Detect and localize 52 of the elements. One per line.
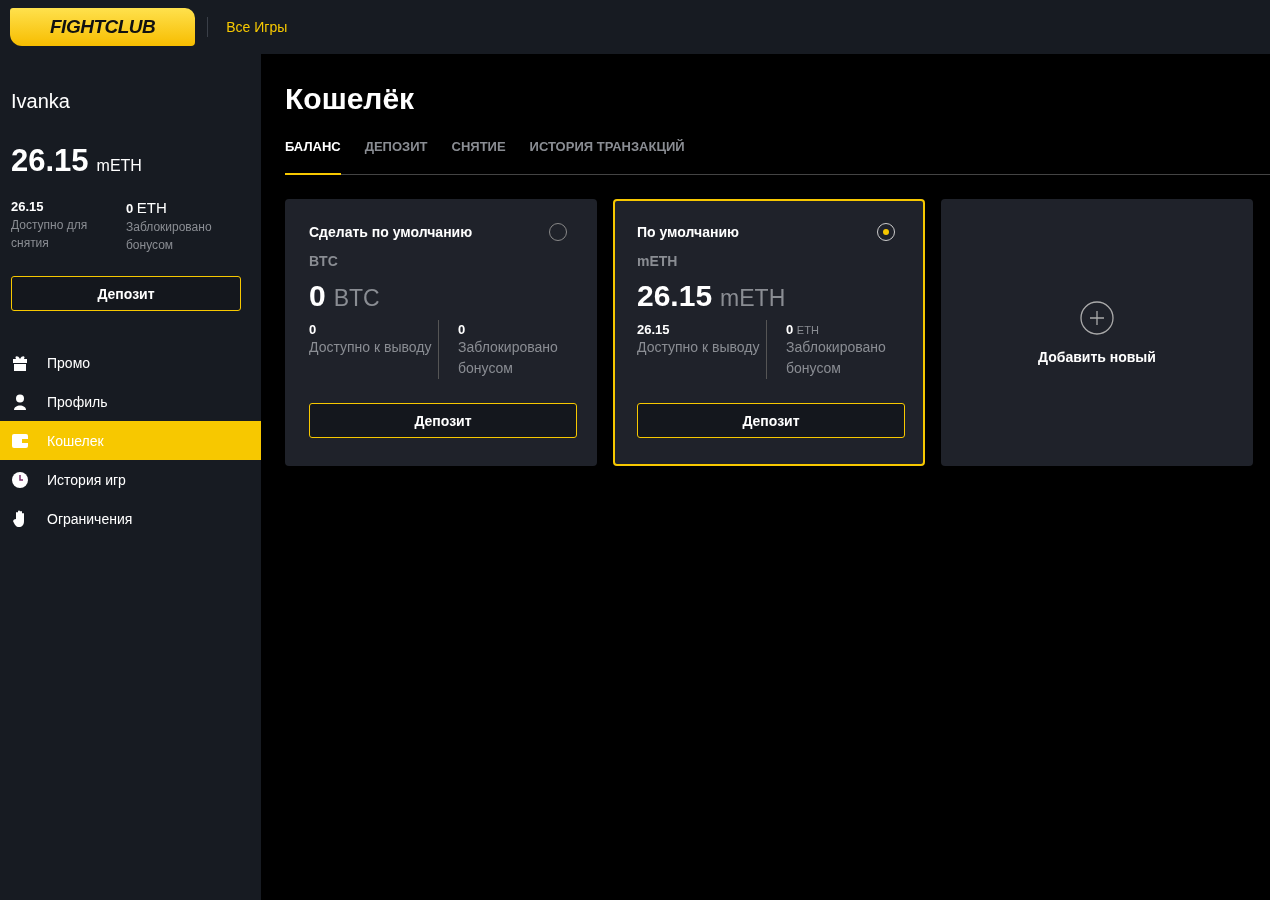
locked-unit: ETH: [136, 199, 167, 216]
wallet-amount: 0: [309, 279, 326, 313]
locked-value: 0: [458, 322, 466, 337]
page-title: Кошелёк: [285, 82, 416, 116]
tab[interactable]: СНЯТИЕ: [451, 134, 506, 175]
currency-name: BTC: [309, 253, 339, 269]
locked-label: Заблокировано бонусом: [458, 338, 559, 378]
plus-icon: [1080, 300, 1114, 335]
available-value: 26.15: [637, 322, 671, 337]
gift-icon: [12, 354, 28, 371]
default-label: По умолчанию: [637, 224, 739, 240]
person-icon: [13, 393, 27, 410]
sidebar-item-label: История игр: [47, 471, 126, 488]
wallet-icon: [12, 433, 28, 448]
wallet-unit: mETH: [720, 285, 786, 312]
sidebar-item-label: Ограничения: [47, 510, 133, 527]
deposit-button[interactable]: Депозит: [637, 403, 905, 438]
hand-icon: [13, 510, 27, 527]
locked-unit: ETH: [796, 324, 819, 336]
locked-value: 0: [126, 201, 134, 216]
default-label: Сделать по умолчанию: [309, 224, 473, 240]
tab[interactable]: БАЛАНС: [285, 134, 341, 175]
available-label: Доступно для снятия: [11, 217, 89, 252]
available-label: Доступно к выводу: [637, 338, 761, 357]
available-value: 26.15: [11, 199, 45, 214]
add-wallet-card[interactable]: Добавить новый: [941, 199, 1253, 466]
clock-icon: [12, 471, 28, 488]
sidebar-item-label: Кошелек: [47, 432, 104, 449]
username: Ivanka: [10, 89, 71, 113]
available-label: Доступно к выводу: [309, 338, 433, 357]
sidebar-item[interactable]: История игр: [0, 460, 261, 499]
sidebar-item[interactable]: Профиль: [0, 382, 261, 421]
sidebar-item-label: Промо: [47, 354, 91, 371]
sidebar-item[interactable]: Ограничения: [0, 499, 261, 538]
locked-label: Заблокировано бонусом: [786, 338, 887, 378]
deposit-button[interactable]: Депозит: [11, 276, 241, 311]
balance-unit: mETH: [96, 157, 142, 175]
wallet-unit: BTC: [333, 285, 380, 312]
locked-value: 0: [786, 322, 794, 337]
sidebar-item[interactable]: Промо: [0, 343, 261, 382]
tab[interactable]: ДЕПОЗИТ: [364, 134, 428, 175]
all-games-link[interactable]: Все Игры: [226, 19, 288, 35]
logo[interactable]: FIGHTCLUB: [10, 8, 196, 46]
available-value: 0: [309, 322, 318, 337]
locked-label: Заблокировано бонусом: [126, 219, 213, 254]
deposit-button[interactable]: Депозит: [309, 403, 577, 438]
add-new-label: Добавить новый: [1038, 348, 1156, 365]
currency-name: mETH: [637, 253, 679, 269]
wallet-amount: 26.15: [637, 279, 713, 313]
balance-amount: 26.15: [11, 143, 89, 179]
tab[interactable]: ИСТОРИЯ ТРАНЗАКЦИЙ: [529, 134, 685, 175]
sidebar-item-label: Профиль: [47, 393, 108, 410]
